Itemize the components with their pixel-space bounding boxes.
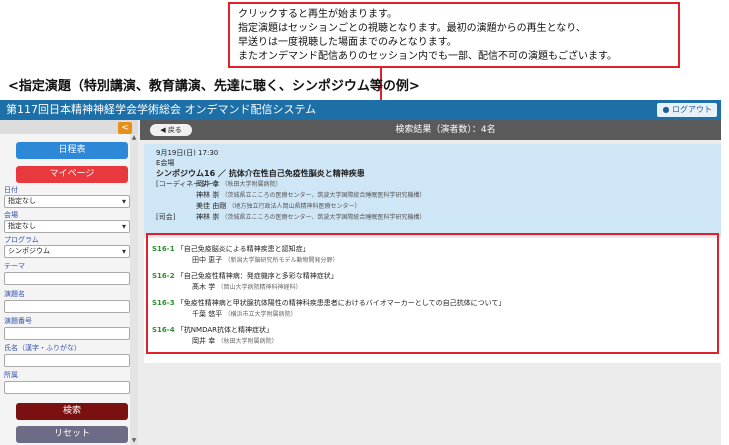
schedule-button[interactable]: 日程表 <box>16 142 128 159</box>
venue-label: 会場 <box>4 211 18 219</box>
callout-line: またオンデマンド配信ありのセッション内でも一部、配信不可の演題もございます。 <box>238 51 617 62</box>
person-affiliation: （茨城県立こころの医療センター、筑波大学国際統合睡眠医科学研究機構） <box>221 214 426 221</box>
scroll-down-icon[interactable]: ▼ <box>130 437 138 445</box>
name-label: 氏名（漢字・ふりがな） <box>4 344 81 352</box>
result-count: 検索結果（演者数）：4名 <box>395 125 496 135</box>
logout-button[interactable]: ● ログアウト <box>657 103 717 117</box>
search-button[interactable]: 検索 <box>16 403 128 420</box>
person-name: 神林 崇 <box>196 213 220 221</box>
session-person: 神林 崇 （茨城県立こころの医療センター、筑波大学国際統合睡眠医科学研究機構） <box>156 190 709 201</box>
program-select[interactable]: シンポジウム <box>4 245 130 258</box>
date-label: 日付 <box>4 186 18 194</box>
session-datetime: 9月19日(日) 17:30 <box>156 149 219 157</box>
talk-number-label: 演題番号 <box>4 317 32 325</box>
instruction-callout: クリックすると再生が始まります。 指定演題はセッションごとの視聴となります。最初… <box>228 2 680 68</box>
affiliation-input[interactable] <box>4 381 130 394</box>
talk-list-highlight <box>146 233 719 354</box>
venue-select[interactable]: 指定なし <box>4 220 130 233</box>
person-role: [コーディネーター] <box>156 180 217 188</box>
session-person: [コーディネーター] 岡井 幸 （秋田大学附属病院） <box>156 179 709 190</box>
affiliation-label: 所属 <box>4 371 18 379</box>
name-input[interactable] <box>4 354 130 367</box>
session-title: シンポジウム16 ／ 抗体介在性自己免疫性脳炎と精神疾患 <box>156 169 365 178</box>
reset-button[interactable]: リセット <box>16 426 128 443</box>
results-header: ◀ 戻る 検索結果（演者数）：4名 <box>140 120 721 140</box>
app-title: 第117回日本精神神経学会学術総会 オンデマンド配信システム <box>6 103 317 116</box>
section-heading: <指定演題（特別講演、教育講演、先達に聴く、シンポジウム等の例> <box>8 79 420 94</box>
sidebar-top-bar: < <box>0 120 138 134</box>
app-title-bar: 第117回日本精神神経学会学術総会 オンデマンド配信システム ● ログアウト <box>0 100 721 120</box>
person-affiliation: （地方独立行政法人岡山県精神科医療センター） <box>228 203 361 210</box>
talk-number-input[interactable] <box>4 327 130 340</box>
callout-line: 早送りは一度視聴した場面までのみとなります。 <box>238 37 457 48</box>
logout-label: ログアウト <box>672 105 712 114</box>
session-person: 美佳 由剛 （地方独立行政法人岡山県精神科医療センター） <box>156 201 709 212</box>
mypage-button[interactable]: マイページ <box>16 166 128 183</box>
person-affiliation: （茨城県立こころの医療センター、筑波大学国際統合睡眠医科学研究機構） <box>221 192 426 199</box>
program-label: プログラム <box>4 236 39 244</box>
collapse-sidebar-button[interactable]: < <box>118 122 132 134</box>
sidebar-scrollbar[interactable]: ▲ ▼ <box>130 134 138 445</box>
person-name: 美佳 由剛 <box>196 202 227 210</box>
date-select[interactable]: 指定なし <box>4 195 130 208</box>
search-sidebar: < 日程表 マイページ 日付 指定なし 会場 指定なし プログラム シンポジウム… <box>0 120 138 445</box>
callout-line: クリックすると再生が始まります。 <box>238 9 397 20</box>
person-name: 神林 崇 <box>196 191 220 199</box>
session-info[interactable]: 9月19日(日) 17:30 E会場 シンポジウム16 ／ 抗体介在性自己免疫性… <box>144 144 721 236</box>
talk-title-label: 演題名 <box>4 290 25 298</box>
person-role: [司会] <box>156 213 176 221</box>
session-person: [司会] 神林 崇 （茨城県立こころの医療センター、筑波大学国際統合睡眠医科学研… <box>156 212 709 223</box>
talk-title-input[interactable] <box>4 300 130 313</box>
person-affiliation: （秋田大学附属病院） <box>221 181 282 188</box>
session-room: E会場 <box>156 159 175 167</box>
callout-line: 指定演題はセッションごとの視聴となります。最初の演題からの再生となり、 <box>238 23 586 34</box>
theme-label: テーマ <box>4 262 25 270</box>
user-icon: ● <box>662 105 670 114</box>
scroll-up-icon[interactable]: ▲ <box>130 134 138 142</box>
theme-input[interactable] <box>4 272 130 285</box>
